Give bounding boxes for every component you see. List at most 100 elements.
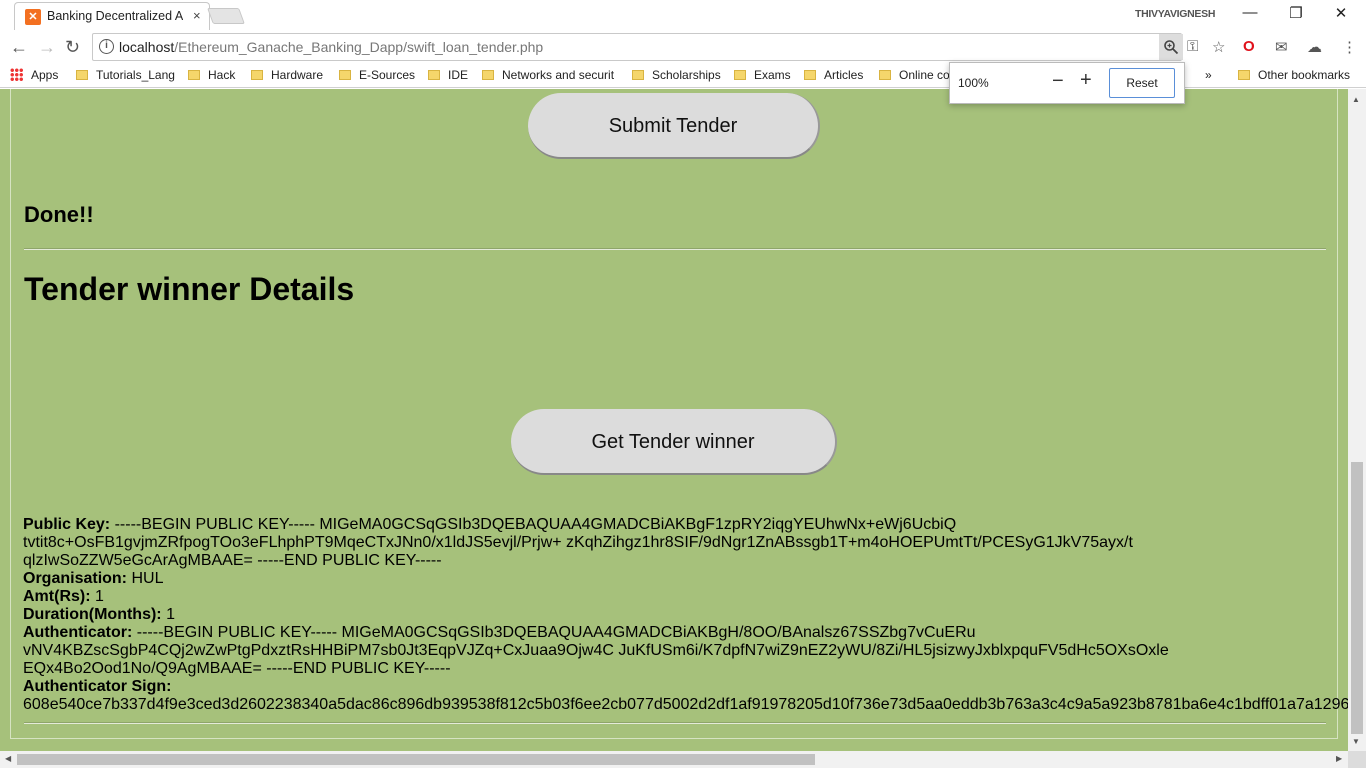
opera-icon[interactable]: O [1243,38,1255,55]
tab-title: Banking Decentralized Ap [47,9,183,23]
zoom-in-button[interactable]: + [1080,69,1092,92]
bookmark-label: Hardware [271,68,324,82]
address-bar[interactable]: i localhost/Ethereum_Ganache_Banking_Dap… [92,33,1183,61]
bookmark-label: Articles [824,68,864,82]
bookmark-label: Apps [31,68,59,82]
authenticator-label: Authenticator: [23,624,133,641]
zoom-icon[interactable] [1159,34,1183,60]
key-icon[interactable]: ⚿ [1187,38,1198,55]
reload-icon[interactable]: ↻ [65,37,80,58]
scroll-down-icon[interactable]: ▼ [1352,737,1360,746]
authenticator-sign-row: Authenticator Sign: [23,678,1348,696]
zoom-popup: 100% − + Reset [949,62,1185,104]
bookmark-label: Online co [899,68,950,82]
url-host: localhost [119,39,175,55]
bookmark-folder[interactable]: Articles [804,68,863,82]
divider [24,722,1326,724]
authenticator-sign-value: 608e540ce7b337d4f9e3ced3d2602238340a5dac… [23,696,1348,713]
organisation-value: HUL [127,570,164,587]
duration-row: Duration(Months): 1 [23,606,1348,624]
bookmark-folder[interactable]: Online co [879,68,950,82]
back-icon[interactable]: ← [10,37,28,58]
url-text[interactable]: localhost/Ethereum_Ganache_Banking_Dapp/… [119,39,543,55]
extension-icon[interactable]: ✉ [1275,38,1288,56]
bookmark-folder[interactable]: IDE [428,68,468,82]
duration-value: 1 [161,606,175,623]
folder-icon [188,70,200,80]
public-key-label: Public Key: [23,516,111,533]
apps-icon [10,68,23,81]
bookmark-label: Exams [754,68,791,82]
authenticator-sign-label: Authenticator Sign: [23,678,172,695]
bookmark-folder[interactable]: E-Sources [339,68,415,82]
tab-close-icon[interactable]: × [193,8,201,23]
bookmark-folder[interactable]: Hack [188,68,235,82]
authenticator-value: EQx4Bo2Ood1No/Q9AgMBAAE= -----END PUBLIC… [23,660,451,677]
public-key-value: tvtit8c+OsFB1gvjmZRfpogTOo3eFLhphPT9MqeC… [23,534,1133,551]
bookmark-label: Scholarships [652,68,721,82]
zoom-out-button[interactable]: − [1052,70,1064,93]
bookmark-label: Tutorials_Lang [96,68,175,82]
vertical-scrollbar[interactable]: ▲ ▼ [1348,89,1366,751]
divider [24,248,1326,250]
public-key-value: -----BEGIN PUBLIC KEY----- MIGeMA0GCSqGS… [110,516,957,533]
scroll-right-icon[interactable]: ▶ [1336,754,1342,763]
submit-tender-button[interactable]: Submit Tender [528,93,820,159]
bookmark-folder[interactable]: Hardware [251,68,323,82]
cloud-extension-icon[interactable]: ☁ [1307,38,1322,56]
scroll-left-icon[interactable]: ◀ [5,754,11,763]
bookmark-apps[interactable]: Apps [10,68,58,82]
amount-row: Amt(Rs): 1 [23,588,1348,606]
bookmark-folder[interactable]: Exams [734,68,791,82]
new-tab-button[interactable] [207,8,245,24]
horizontal-scroll-thumb[interactable] [17,754,815,765]
organisation-label: Organisation: [23,570,128,587]
star-icon[interactable]: ☆ [1212,38,1225,56]
info-icon[interactable]: i [99,39,114,54]
zoom-reset-button[interactable]: Reset [1109,68,1175,98]
other-bookmarks[interactable]: Other bookmarks [1238,68,1350,82]
profile-name[interactable]: THIVYAVIGNESH [1135,8,1215,20]
folder-icon [251,70,263,80]
public-key-row: Public Key: -----BEGIN PUBLIC KEY----- M… [23,516,1348,534]
bookmark-label: E-Sources [359,68,416,82]
duration-label: Duration(Months): [23,606,162,623]
toolbar: ← → ↻ i localhost/Ethereum_Ganache_Banki… [0,30,1366,64]
bookmark-label: Other bookmarks [1258,68,1351,82]
tender-details: Public Key: -----BEGIN PUBLIC KEY----- M… [23,516,1348,714]
bookmark-folder[interactable]: Networks and securit [482,68,614,82]
scrollbar-corner [1348,751,1366,768]
forward-icon[interactable]: → [38,37,56,58]
authenticator-row: Authenticator: -----BEGIN PUBLIC KEY----… [23,624,1348,642]
maximize-icon[interactable]: ❐ [1273,4,1319,22]
url-path: /Ethereum_Ganache_Banking_Dapp/swift_loa… [174,39,544,55]
folder-icon [339,70,351,80]
folder-icon [76,70,88,80]
public-key-value: qlzIwSoZZW5eGcArAgMBAAE= -----END PUBLIC… [23,552,442,569]
folder-icon [632,70,644,80]
bookmark-folder[interactable]: Scholarships [632,68,721,82]
horizontal-scrollbar[interactable]: ◀ ▶ [0,751,1348,768]
organisation-row: Organisation: HUL [23,570,1348,588]
browser-tab[interactable]: ✕ Banking Decentralized Ap × [14,2,210,30]
bookmark-label: Networks and securit [502,68,615,82]
page-viewport: Submit Tender Done!! Tender winner Detai… [0,89,1348,751]
amount-value: 1 [90,588,104,605]
vertical-scroll-thumb[interactable] [1351,462,1363,734]
get-tender-winner-button[interactable]: Get Tender winner [511,409,837,475]
folder-icon [428,70,440,80]
folder-icon [1238,70,1250,80]
folder-icon [879,70,891,80]
xampp-favicon-icon: ✕ [25,9,41,25]
menu-icon[interactable]: ⋮ [1342,38,1357,56]
folder-icon [804,70,816,80]
minimize-icon[interactable]: — [1227,4,1273,21]
scroll-up-icon[interactable]: ▲ [1352,95,1360,104]
folder-icon [482,70,494,80]
bookmarks-overflow-button[interactable]: » [1205,68,1212,82]
authenticator-value: -----BEGIN PUBLIC KEY----- MIGeMA0GCSqGS… [132,624,976,641]
zoom-level: 100% [958,76,989,90]
close-window-icon[interactable]: ✕ [1318,4,1364,22]
title-bar: ✕ Banking Decentralized Ap × THIVYAVIGNE… [0,0,1366,30]
bookmark-folder[interactable]: Tutorials_Lang [76,68,175,82]
